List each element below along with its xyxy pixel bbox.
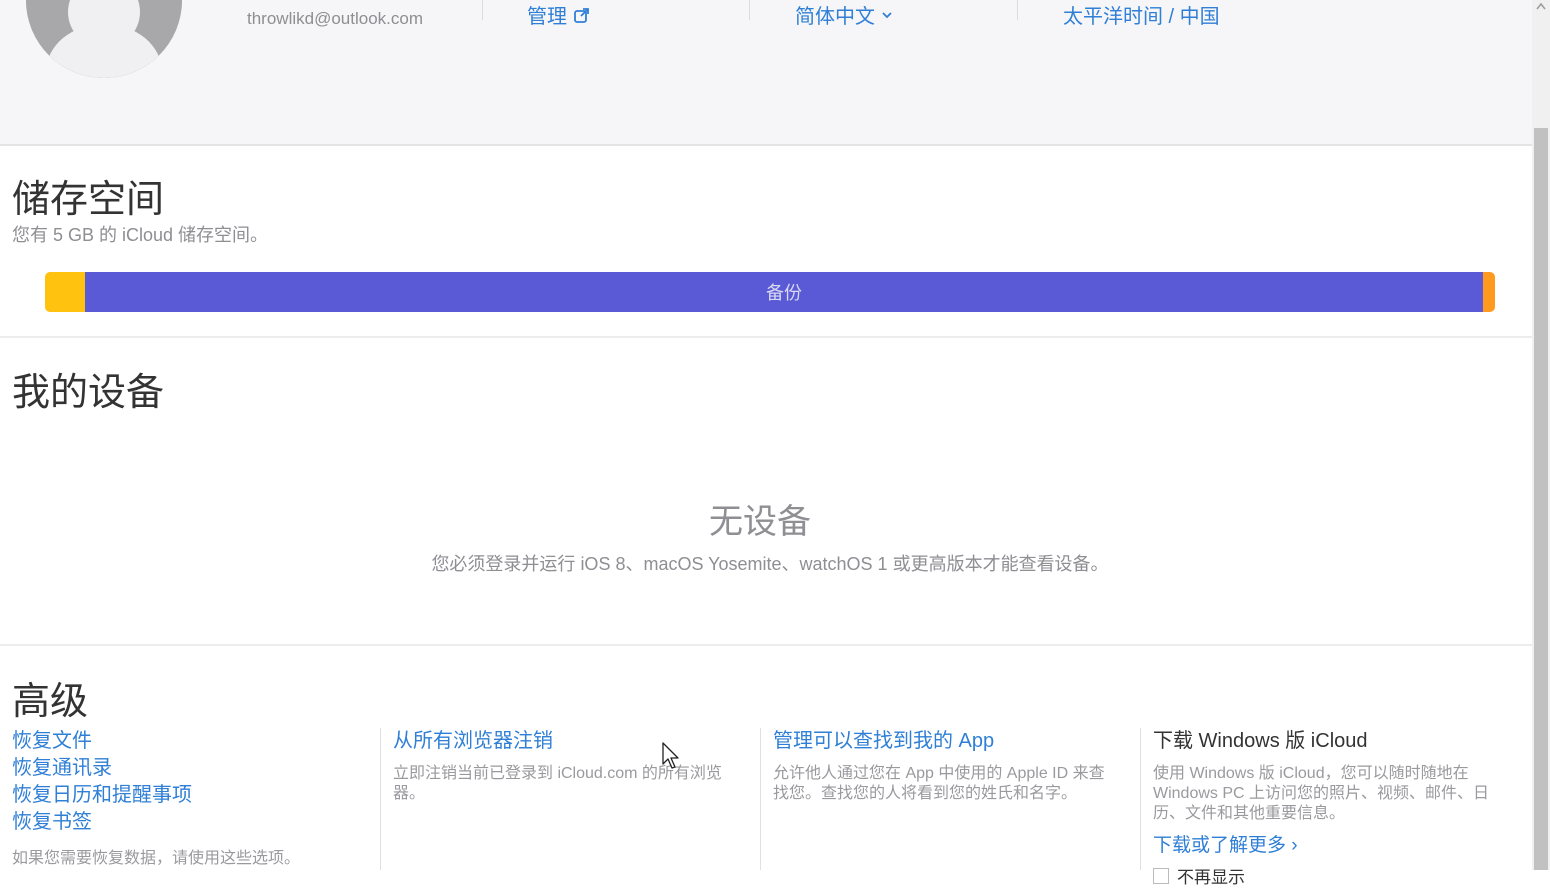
restore-column: 恢复文件 恢复通讯录 恢复日历和提醒事项 恢复书签 如果您需要恢复数据，请使用这… [12, 728, 372, 870]
language-selector[interactable]: 简体中文 [795, 0, 893, 29]
devices-title: 我的设备 [12, 372, 165, 414]
scroll-up-arrow-icon[interactable] [1532, 0, 1550, 12]
timezone-link[interactable]: 太平洋时间 / 中国 [1063, 0, 1220, 29]
scrollbar-thumb[interactable] [1534, 128, 1548, 870]
restore-contacts-link[interactable]: 恢复通讯录 [12, 755, 372, 782]
windows-icloud-description: 使用 Windows 版 iCloud，您可以随时随地在 Windows PC … [1153, 765, 1490, 822]
section-divider [0, 336, 1532, 338]
section-divider [0, 644, 1532, 646]
manage-link[interactable]: 管理 [527, 0, 591, 29]
windows-icloud-title: 下载 Windows 版 iCloud [1153, 730, 1368, 752]
header-divider [482, 0, 483, 20]
language-label: 简体中文 [795, 6, 875, 28]
findmy-column: 管理可以查找到我的 App 允许他人通过您在 App 中使用的 Apple ID… [773, 728, 1118, 870]
signout-description: 立即注销当前已登录到 iCloud.com 的所有浏览器。 [393, 765, 722, 802]
storage-bar[interactable]: 备份 [45, 272, 1495, 312]
external-link-icon [574, 7, 589, 23]
timezone-label: 太平洋时间 / 中国 [1063, 6, 1220, 28]
storage-segment-label: 备份 [766, 283, 802, 303]
restore-files-link[interactable]: 恢复文件 [12, 728, 372, 755]
account-header: throwlikd@outlook.com 管理 简体中文 太平洋时间 / 中国 [0, 0, 1532, 146]
avatar[interactable] [26, 0, 182, 78]
storage-segment-mail [1483, 272, 1495, 312]
vertical-scrollbar[interactable] [1532, 0, 1550, 870]
column-divider [380, 728, 381, 870]
dont-show-again-row[interactable]: 不再显示 [1153, 863, 1503, 888]
restore-note: 如果您需要恢复数据，请使用这些选项。 [12, 850, 301, 867]
header-divider [1017, 0, 1018, 20]
signout-column: 从所有浏览器注销 立即注销当前已登录到 iCloud.com 的所有浏览器。 [393, 728, 738, 870]
storage-title: 储存空间 [12, 179, 165, 221]
windows-column: 下载 Windows 版 iCloud 使用 Windows 版 iCloud，… [1153, 728, 1503, 887]
manage-label: 管理 [527, 6, 567, 28]
restore-bookmarks-link[interactable]: 恢复书签 [12, 809, 372, 836]
restore-calendars-link[interactable]: 恢复日历和提醒事项 [12, 782, 372, 809]
column-divider [1140, 728, 1141, 870]
manage-findmy-apps-link[interactable]: 管理可以查找到我的 App [773, 728, 1118, 755]
dont-show-again-label: 不再显示 [1177, 868, 1245, 887]
no-devices-title: 无设备 [709, 503, 811, 541]
no-devices-description: 您必须登录并运行 iOS 8、macOS Yosemite、watchOS 1 … [431, 554, 1109, 574]
chevron-down-icon [882, 11, 892, 18]
signout-all-browsers-link[interactable]: 从所有浏览器注销 [393, 728, 738, 755]
storage-segment-backup: 备份 [85, 272, 1483, 312]
account-email: throwlikd@outlook.com [247, 9, 423, 28]
download-learn-more-link[interactable]: 下载或了解更多 › [1153, 830, 1503, 857]
column-divider [760, 728, 761, 870]
mouse-pointer-icon [662, 742, 679, 769]
account-settings-page: throwlikd@outlook.com 管理 简体中文 太平洋时间 / 中国… [0, 0, 1532, 887]
storage-subtitle: 您有 5 GB 的 iCloud 储存空间。 [12, 225, 269, 245]
findmy-description: 允许他人通过您在 App 中使用的 Apple ID 来查找您。查找您的人将看到… [773, 765, 1105, 802]
header-divider [749, 0, 750, 20]
storage-segment-other [45, 272, 85, 312]
advanced-title: 高级 [12, 681, 89, 723]
person-silhouette-icon [26, 0, 182, 78]
